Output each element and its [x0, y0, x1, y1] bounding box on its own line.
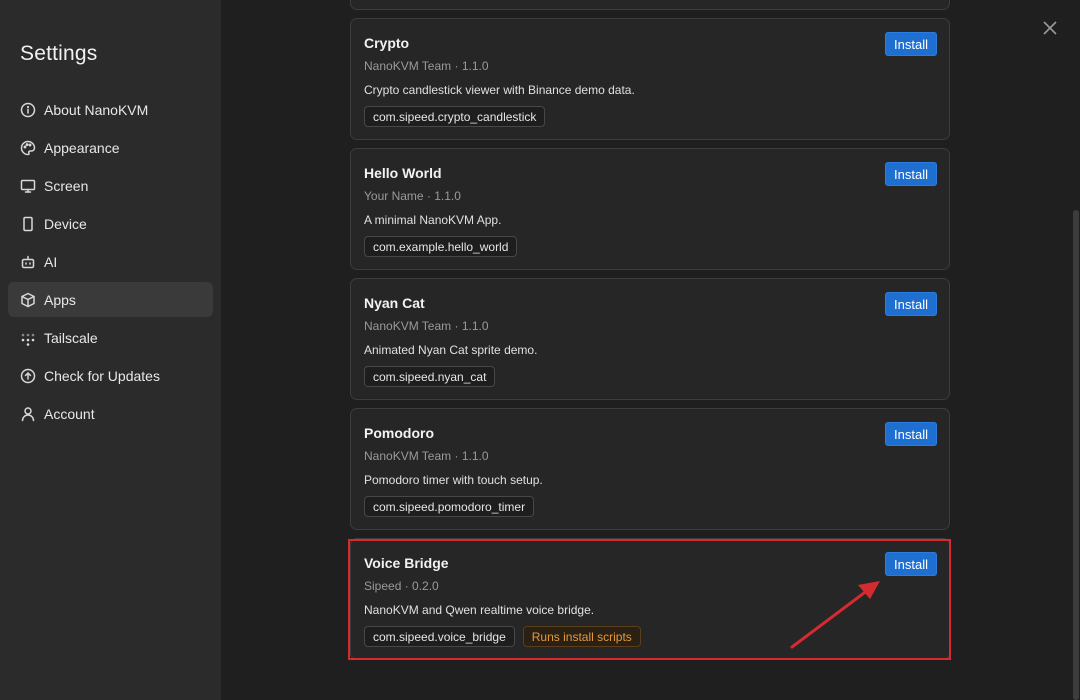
device-icon	[20, 216, 36, 232]
sidebar-item-label: Tailscale	[44, 329, 98, 346]
app-description: Animated Nyan Cat sprite demo.	[364, 343, 538, 357]
palette-icon	[20, 140, 36, 156]
sidebar-item-label: Appearance	[44, 139, 120, 156]
app-card-pomodoro: Pomodoro NanoKVM Team · 1.1.0 Pomodoro t…	[350, 408, 950, 530]
install-button[interactable]: Install	[885, 422, 937, 446]
package-id-tag: com.sipeed.pomodoro_timer	[364, 496, 535, 517]
app-card-hello-world: Hello World Your Name · 1.1.0 A minimal …	[350, 148, 950, 270]
sidebar-item-screen[interactable]: Screen	[8, 168, 213, 203]
app-description: Pomodoro timer with touch setup.	[364, 473, 543, 487]
app-description: A minimal NanoKVM App.	[364, 213, 502, 227]
app-name: Pomodoro	[364, 425, 434, 441]
sidebar-item-label: Apps	[44, 291, 76, 308]
sidebar-item-tailscale[interactable]: Tailscale	[8, 320, 213, 355]
sidebar-item-label: Account	[44, 405, 95, 422]
package-id-tag: com.sipeed.nyan_cat	[364, 366, 496, 387]
install-button[interactable]: Install	[885, 32, 937, 56]
install-button[interactable]: Install	[885, 292, 937, 316]
app-name: Crypto	[364, 35, 410, 51]
package-id-tag: com.example.hello_world	[364, 236, 518, 257]
app-meta: NanoKVM Team · 1.1.0	[364, 449, 489, 463]
monitor-icon	[20, 178, 36, 194]
sidebar-item-label: Screen	[44, 177, 89, 194]
sidebar-item-check-updates[interactable]: Check for Updates	[8, 358, 213, 393]
sidebar-item-apps[interactable]: Apps	[8, 282, 213, 317]
settings-title: Settings	[20, 42, 98, 65]
app-name: Hello World	[364, 165, 442, 181]
app-meta: Your Name · 1.1.0	[364, 189, 461, 203]
install-button[interactable]: Install	[885, 162, 937, 186]
app-name: Nyan Cat	[364, 295, 425, 311]
package-id-tag: com.sipeed.crypto_candlestick	[364, 106, 546, 127]
app-description: Crypto candlestick viewer with Binance d…	[364, 83, 635, 97]
settings-sidebar: Settings About NanoKVM Appearance Screen…	[0, 0, 221, 700]
app-card-crypto: Crypto NanoKVM Team · 1.1.0 Crypto candl…	[350, 18, 950, 140]
info-icon	[20, 102, 36, 118]
sidebar-item-label: About NanoKVM	[44, 101, 149, 118]
sidebar-item-label: Device	[44, 215, 87, 232]
upload-circle-icon	[20, 368, 36, 384]
bot-icon	[20, 254, 36, 270]
sidebar-item-label: AI	[44, 253, 58, 270]
sidebar-item-ai[interactable]: AI	[8, 244, 213, 279]
annotation-arrow-icon	[790, 581, 880, 649]
sidebar-item-about[interactable]: About NanoKVM	[8, 92, 213, 127]
sidebar-item-label: Check for Updates	[44, 367, 160, 384]
close-button[interactable]	[1040, 18, 1060, 38]
app-meta: NanoKVM Team · 1.1.0	[364, 59, 489, 73]
app-card-nyan-cat: Nyan Cat NanoKVM Team · 1.1.0 Animated N…	[350, 278, 950, 400]
close-icon	[1043, 21, 1057, 35]
scrollbar-thumb[interactable]	[1073, 210, 1079, 700]
user-icon	[20, 406, 36, 422]
package-icon	[20, 292, 36, 308]
settings-nav: About NanoKVM Appearance Screen Device A…	[8, 92, 213, 434]
sidebar-item-appearance[interactable]: Appearance	[8, 130, 213, 165]
sidebar-item-account[interactable]: Account	[8, 396, 213, 431]
scrollbar[interactable]	[1072, 0, 1080, 700]
app-meta: NanoKVM Team · 1.1.0	[364, 319, 489, 333]
tailscale-icon	[20, 330, 36, 346]
sidebar-item-device[interactable]: Device	[8, 206, 213, 241]
app-card-partial	[350, 0, 950, 10]
